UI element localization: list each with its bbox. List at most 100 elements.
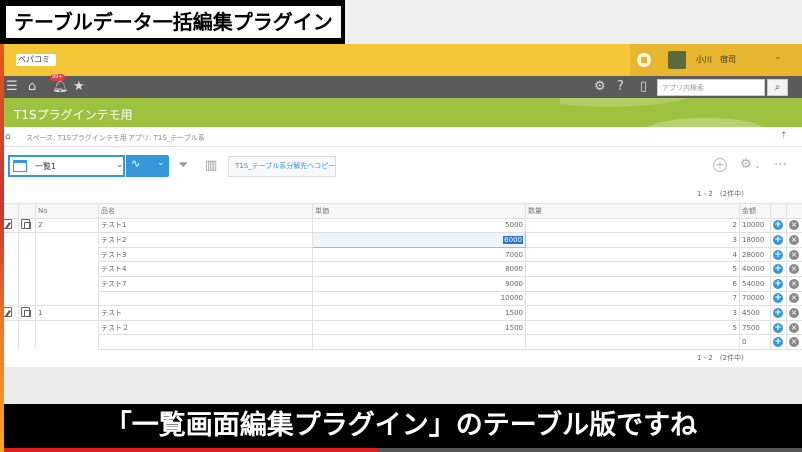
unit-price-cell[interactable]: 8000 [312, 261, 526, 277]
delete-row-icon[interactable]: × [789, 293, 799, 304]
brand-logo[interactable]: ペパコミ [16, 54, 56, 66]
unit-price-cell[interactable]: 1500 [312, 305, 526, 321]
quantity-cell[interactable]: 5 [525, 261, 740, 277]
delete-row-cell[interactable]: × [786, 232, 802, 248]
add-row-cell[interactable]: + [770, 305, 787, 321]
item-name-cell[interactable]: テスト3 [98, 246, 313, 263]
copy-icon[interactable] [21, 219, 31, 230]
video-progress-bar[interactable] [0, 448, 802, 452]
bell-icon[interactable]: 🔔︎ [52, 79, 69, 95]
selected-text[interactable]: 6000 [503, 235, 523, 244]
add-row-icon[interactable]: + [773, 293, 783, 304]
edit-icon[interactable] [3, 219, 12, 230]
column-header[interactable]: 金額 [739, 203, 771, 219]
delete-row-cell[interactable]: × [786, 319, 802, 336]
add-row-icon[interactable]: + [773, 278, 783, 289]
item-name-cell[interactable] [98, 290, 313, 307]
delete-row-icon[interactable]: × [789, 278, 799, 289]
delete-row-cell[interactable]: × [786, 275, 802, 292]
delete-row-cell[interactable]: × [786, 261, 802, 277]
quantity-cell[interactable]: 2 [525, 217, 740, 234]
unit-price-cell[interactable]: 1500 [312, 319, 526, 336]
home-icon[interactable]: ⌂ [28, 79, 36, 95]
avatar[interactable] [668, 51, 686, 69]
home-icon[interactable]: ⌂ [5, 132, 11, 142]
chevron-down-icon[interactable]: ⌄ [774, 52, 782, 62]
gear-icon[interactable]: ⚙ [594, 79, 606, 95]
item-name-cell[interactable]: テスト [98, 305, 313, 321]
add-row-cell[interactable]: + [770, 261, 787, 277]
add-row-cell[interactable]: + [770, 319, 787, 336]
column-header[interactable]: 品名 [98, 203, 313, 219]
add-row-icon[interactable]: + [773, 337, 783, 348]
add-row-icon[interactable]: + [773, 307, 783, 318]
star-icon[interactable]: ★ [73, 79, 85, 95]
breadcrumb-space[interactable]: スペース: T1Sプラグインテモ用 [26, 133, 127, 143]
add-row-icon[interactable]: + [773, 322, 783, 333]
unit-price-cell[interactable]: 5000 [312, 217, 526, 234]
filter-icon[interactable]: ⏷ [178, 158, 188, 173]
quantity-cell[interactable]: 5 [525, 319, 740, 336]
view-selector[interactable]: 一覧1 ⌄ [8, 155, 125, 177]
item-name-cell[interactable]: テスト2 [98, 232, 313, 248]
delete-row-cell[interactable]: × [786, 290, 802, 307]
help-icon[interactable]: ? [617, 79, 624, 95]
chevron-down-icon[interactable]: ⌄ [754, 161, 761, 170]
add-row-cell[interactable]: + [770, 246, 787, 263]
quantity-cell[interactable]: 7 [525, 290, 740, 307]
graph-button[interactable]: ∿ ⌄ [126, 155, 169, 177]
add-record-icon[interactable]: + [713, 158, 727, 172]
item-name-cell[interactable]: テスト7 [98, 275, 313, 292]
unit-price-cell[interactable]: 10000 [312, 290, 526, 307]
delete-row-icon[interactable]: × [789, 307, 799, 318]
add-row-cell[interactable]: + [770, 217, 787, 234]
edit-icon[interactable] [3, 306, 12, 317]
delete-row-cell[interactable]: × [786, 305, 802, 321]
add-row-icon[interactable]: + [773, 220, 783, 231]
unit-price-cell[interactable]: 9000 [312, 275, 526, 292]
delete-row-cell[interactable]: × [786, 246, 802, 263]
item-name-cell[interactable]: テスト1 [98, 217, 313, 234]
delete-row-icon[interactable]: × [789, 234, 799, 245]
user-name[interactable]: 小川 宿司 [696, 54, 736, 65]
delete-row-icon[interactable]: × [789, 264, 799, 275]
more-options-icon[interactable]: ⋯ [774, 157, 787, 172]
app-search-input[interactable]: アプリ内検索 [657, 79, 765, 96]
unit-price-cell[interactable]: 6000 [312, 232, 526, 248]
quantity-cell[interactable] [525, 334, 740, 350]
quantity-cell[interactable]: 6 [525, 275, 740, 292]
delete-row-cell[interactable]: × [786, 334, 802, 350]
mobile-icon[interactable]: ▯ [640, 79, 647, 95]
quantity-cell[interactable]: 3 [525, 305, 740, 321]
column-header[interactable]: No [35, 203, 99, 219]
add-row-cell[interactable]: + [770, 334, 787, 350]
search-icon[interactable]: ⌕ [767, 79, 788, 96]
notification-icon[interactable] [637, 53, 651, 67]
add-row-icon[interactable]: + [773, 264, 783, 275]
unit-price-cell[interactable] [312, 334, 526, 350]
copy-to-app-button[interactable]: T1S_テーブル系分解先へコピー [228, 156, 336, 177]
delete-row-cell[interactable]: × [786, 217, 802, 234]
add-row-icon[interactable]: + [773, 249, 783, 260]
add-row-cell[interactable]: + [770, 290, 787, 307]
quantity-cell[interactable]: 3 [525, 232, 740, 248]
unit-price-cell[interactable]: 7000 [312, 246, 526, 263]
menu-icon[interactable]: ☰ [6, 79, 18, 95]
item-name-cell[interactable]: テスト4 [98, 261, 313, 277]
add-row-cell[interactable]: + [770, 232, 787, 248]
delete-row-icon[interactable]: × [789, 337, 799, 348]
item-name-cell[interactable]: テスト２ [98, 319, 313, 336]
delete-row-icon[interactable]: × [789, 322, 799, 333]
bar-chart-icon[interactable]: ▥ [205, 158, 217, 173]
breadcrumb-app[interactable]: アプリ: T1S_テーブル系 [128, 133, 205, 143]
add-row-icon[interactable]: + [773, 234, 783, 245]
item-name-cell[interactable] [98, 334, 313, 350]
delete-row-icon[interactable]: × [789, 220, 799, 231]
copy-icon[interactable] [21, 306, 31, 317]
gear-icon[interactable]: ⚙ [740, 157, 752, 172]
add-row-cell[interactable]: + [770, 275, 787, 292]
pin-icon[interactable]: ⇡ [780, 131, 788, 141]
column-header[interactable]: 単価 [312, 203, 526, 219]
column-header[interactable]: 数量 [525, 203, 740, 219]
delete-row-icon[interactable]: × [789, 249, 799, 260]
